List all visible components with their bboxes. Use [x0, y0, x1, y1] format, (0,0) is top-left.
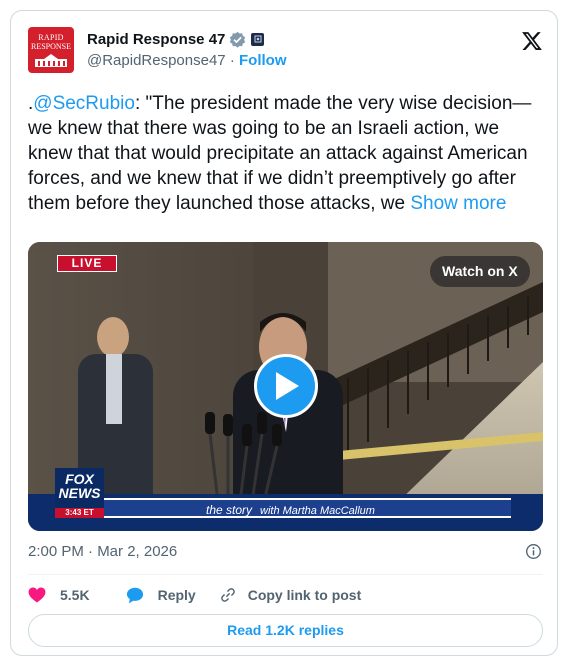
- author-handle[interactable]: @RapidResponse47: [87, 52, 226, 69]
- embedded-post-card: RAPID RESPONSE Rapid Response 47 @RapidR…: [10, 10, 558, 656]
- live-badge: LIVE: [57, 255, 117, 272]
- watch-on-x-button[interactable]: Watch on X: [430, 256, 530, 287]
- handle-separator: ·: [229, 52, 235, 69]
- heart-icon: [28, 587, 46, 603]
- post-timestamp[interactable]: 2:00 PM · Mar 2, 2026: [28, 543, 177, 560]
- author-name[interactable]: Rapid Response 47: [87, 31, 225, 48]
- copy-link-label: Copy link to post: [247, 587, 362, 603]
- government-badge-icon: [251, 32, 265, 46]
- reply-button[interactable]: Reply: [126, 587, 196, 604]
- network-logo: FOX NEWS 3:43 ET: [55, 468, 104, 518]
- network-logo-line2: NEWS: [58, 485, 101, 501]
- avatar-text-line1: RAPID: [38, 33, 64, 42]
- like-count: 5.5K: [60, 587, 90, 603]
- network-time: 3:43 ET: [55, 508, 104, 518]
- info-icon[interactable]: [525, 543, 542, 560]
- show-title-bar: the story with Martha MacCallum: [206, 503, 375, 517]
- mention-link[interactable]: @SecRubio: [33, 93, 135, 114]
- show-host: with Martha MacCallum: [260, 505, 375, 517]
- action-bar: 5.5K Reply Copy link to post: [28, 583, 361, 607]
- avatar[interactable]: RAPID RESPONSE: [28, 27, 74, 73]
- show-more-link[interactable]: Show more: [410, 193, 506, 214]
- read-replies-button[interactable]: Read 1.2K replies: [28, 614, 543, 647]
- author-name-row: Rapid Response 47: [87, 28, 265, 50]
- play-icon: [276, 372, 299, 400]
- copy-link-button[interactable]: Copy link to post: [220, 587, 362, 603]
- follow-button[interactable]: Follow: [239, 52, 287, 69]
- link-icon: [220, 588, 235, 602]
- play-button[interactable]: [254, 354, 318, 418]
- post-text: .@SecRubio: "The president made the very…: [28, 91, 543, 216]
- white-house-icon: [35, 54, 67, 67]
- show-title: the story: [206, 503, 253, 517]
- author-handle-row: @RapidResponse47 · Follow: [87, 52, 287, 69]
- avatar-text-line2: RESPONSE: [30, 42, 71, 51]
- reply-label: Reply: [157, 587, 196, 603]
- network-logo-line1: FOX: [65, 471, 94, 487]
- like-button[interactable]: 5.5K: [28, 587, 90, 603]
- x-logo-icon[interactable]: [521, 30, 543, 52]
- video-player[interactable]: LIVE Watch on X FOX NEWS 3:43 ET the sto…: [28, 242, 543, 531]
- verified-badge-icon: [230, 31, 246, 48]
- divider: [28, 574, 543, 575]
- reply-bubble-icon: [126, 587, 143, 603]
